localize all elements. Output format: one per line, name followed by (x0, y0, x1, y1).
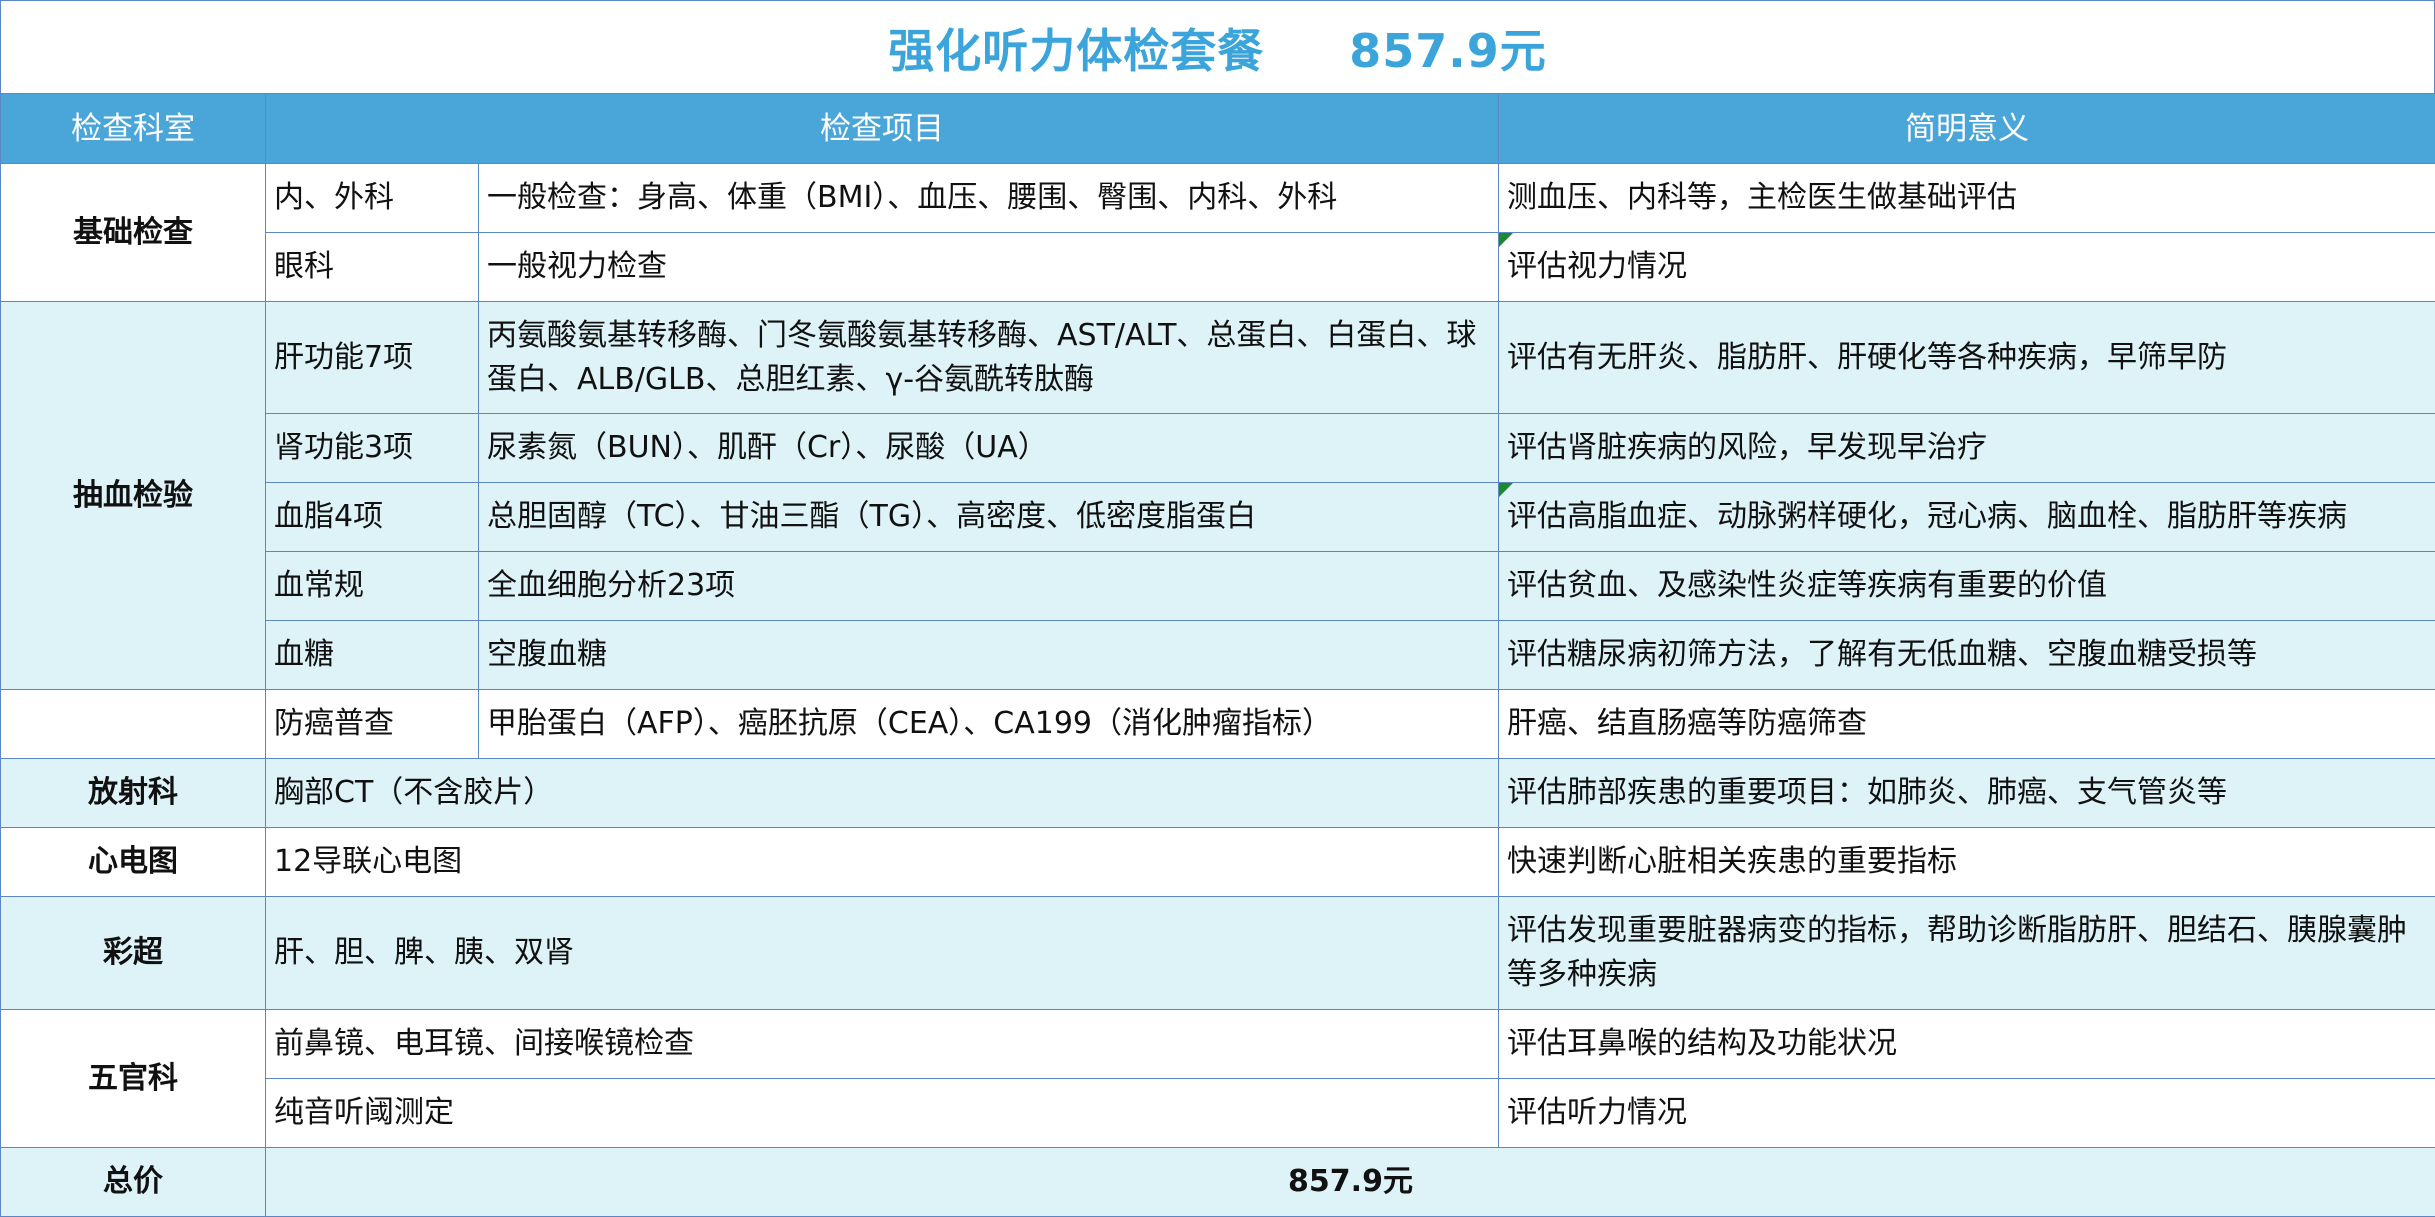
item-cell: 肝、胆、脾、胰、双肾 (265, 896, 1499, 1010)
title-bar: 强化听力体检套餐 857.9元 (0, 0, 2435, 94)
table-row: 肾功能3项 尿素氮（BUN）、肌酐（Cr）、尿酸（UA） 评估肾脏疾病的风险，早… (0, 413, 2435, 483)
meaning-cell: 评估高脂血症、动脉粥样硬化，冠心病、脑血栓、脂肪肝等疾病 (1498, 482, 2435, 552)
item-cell: 空腹血糖 (478, 620, 1499, 690)
item-cell: 丙氨酸氨基转移酶、门冬氨酸氨基转移酶、AST/ALT、总蛋白、白蛋白、球蛋白、A… (478, 301, 1499, 414)
total-value: 857.9元 (265, 1147, 2435, 1217)
meaning-cell: 评估发现重要脏器病变的指标，帮助诊断脂肪肝、胆结石、胰腺囊肿等多种疾病 (1498, 896, 2435, 1010)
table-row: 血脂4项 总胆固醇（TC）、甘油三酯（TG）、高密度、低密度脂蛋白 评估高脂血症… (0, 482, 2435, 552)
total-row: 总价 857.9元 (0, 1147, 2435, 1217)
meaning-cell: 评估贫血、及感染性炎症等疾病有重要的价值 (1498, 551, 2435, 621)
dept-cell: 基础检查 (0, 163, 266, 302)
table-row: 放射科 胸部CT（不含胶片） 评估肺部疾患的重要项目：如肺炎、肺癌、支气管炎等 (0, 758, 2435, 828)
table-row: 纯音听阈测定 评估听力情况 (0, 1078, 2435, 1148)
table-row: 抽血检验 肝功能7项 丙氨酸氨基转移酶、门冬氨酸氨基转移酶、AST/ALT、总蛋… (0, 301, 2435, 690)
table-row: 心电图 12导联心电图 快速判断心脏相关疾患的重要指标 (0, 827, 2435, 897)
table-row: 彩超 肝、胆、脾、胰、双肾 评估发现重要脏器病变的指标，帮助诊断脂肪肝、胆结石、… (0, 896, 2435, 1010)
package-title: 强化听力体检套餐 857.9元 (888, 23, 1547, 78)
sub-cell: 防癌普查 (265, 689, 479, 759)
sub-cell: 肝功能7项 (265, 301, 479, 414)
item-cell: 全血细胞分析23项 (478, 551, 1499, 621)
dept-cell: 五官科 (0, 1009, 266, 1148)
meaning-cell: 肝癌、结直肠癌等防癌筛查 (1498, 689, 2435, 759)
table-row: 防癌普查 甲胎蛋白（AFP）、癌胚抗原（CEA）、CA199（消化肿瘤指标） 肝… (0, 689, 2435, 759)
header-dept: 检查科室 (0, 93, 266, 164)
item-cell: 12导联心电图 (265, 827, 1499, 897)
item-cell: 纯音听阈测定 (265, 1078, 1499, 1148)
header-meaning: 简明意义 (1498, 93, 2435, 164)
table-row: 血糖 空腹血糖 评估糖尿病初筛方法，了解有无低血糖、空腹血糖受损等 (0, 620, 2435, 690)
dept-cell: 放射科 (0, 758, 266, 828)
meaning-cell: 评估肾脏疾病的风险，早发现早治疗 (1498, 413, 2435, 483)
sub-cell: 眼科 (265, 232, 479, 302)
item-cell: 尿素氮（BUN）、肌酐（Cr）、尿酸（UA） (478, 413, 1499, 483)
sub-cell: 血脂4项 (265, 482, 479, 552)
package-table: 检查科室 检查项目 简明意义 基础检查 内、外科 一般检查：身高、体重（BMI）… (0, 93, 2435, 1217)
sub-cell: 血糖 (265, 620, 479, 690)
table-row: 血常规 全血细胞分析23项 评估贫血、及感染性炎症等疾病有重要的价值 (0, 551, 2435, 621)
table-row: 五官科 前鼻镜、电耳镜、间接喉镜检查 评估耳鼻喉的结构及功能状况 (0, 1009, 2435, 1148)
meaning-cell: 评估视力情况 (1498, 232, 2435, 302)
item-cell: 一般检查：身高、体重（BMI）、血压、腰围、臀围、内科、外科 (478, 163, 1499, 233)
item-cell: 前鼻镜、电耳镜、间接喉镜检查 (265, 1009, 1499, 1079)
meaning-cell: 评估听力情况 (1498, 1078, 2435, 1148)
sub-cell: 内、外科 (265, 163, 479, 233)
dept-cell: 抽血检验 (0, 301, 266, 690)
dept-cell (0, 689, 266, 759)
sub-cell: 血常规 (265, 551, 479, 621)
table-row: 基础检查 内、外科 一般检查：身高、体重（BMI）、血压、腰围、臀围、内科、外科… (0, 163, 2435, 302)
meaning-cell: 快速判断心脏相关疾患的重要指标 (1498, 827, 2435, 897)
meaning-cell: 评估肺部疾患的重要项目：如肺炎、肺癌、支气管炎等 (1498, 758, 2435, 828)
item-cell: 总胆固醇（TC）、甘油三酯（TG）、高密度、低密度脂蛋白 (478, 482, 1499, 552)
meaning-cell: 评估糖尿病初筛方法，了解有无低血糖、空腹血糖受损等 (1498, 620, 2435, 690)
item-cell: 一般视力检查 (478, 232, 1499, 302)
header-item: 检查项目 (265, 93, 1499, 164)
item-cell: 胸部CT（不含胶片） (265, 758, 1499, 828)
header-row: 检查科室 检查项目 简明意义 (0, 93, 2435, 164)
item-cell: 甲胎蛋白（AFP）、癌胚抗原（CEA）、CA199（消化肿瘤指标） (478, 689, 1499, 759)
sub-cell: 肾功能3项 (265, 413, 479, 483)
total-label: 总价 (0, 1147, 266, 1217)
meaning-cell: 评估耳鼻喉的结构及功能状况 (1498, 1009, 2435, 1079)
table-row: 眼科 一般视力检查 评估视力情况 (0, 232, 2435, 302)
checkup-package-sheet: 强化听力体检套餐 857.9元 检查科室 检查项目 简明意义 基础检查 内、外科… (0, 0, 2435, 1217)
meaning-cell: 评估有无肝炎、脂肪肝、肝硬化等各种疾病，早筛早防 (1498, 301, 2435, 414)
dept-cell: 彩超 (0, 896, 266, 1010)
dept-cell: 心电图 (0, 827, 266, 897)
meaning-cell: 测血压、内科等，主检医生做基础评估 (1498, 163, 2435, 233)
